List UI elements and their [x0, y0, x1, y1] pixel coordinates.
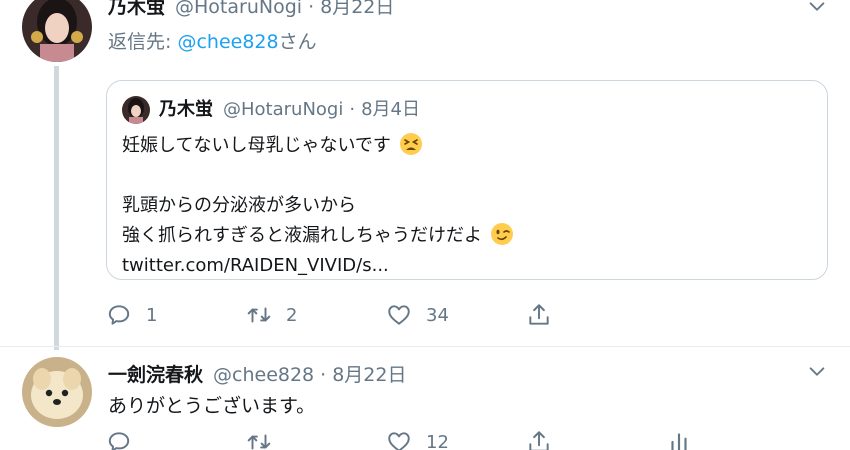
reply-icon — [108, 432, 130, 450]
reply-icon — [108, 305, 130, 325]
retweet-button[interactable]: 2 — [246, 300, 297, 330]
quoted-link[interactable]: twitter.com/RAIDEN_VIVID/s... — [122, 251, 812, 281]
author-handle[interactable]: @chee828 — [213, 364, 314, 386]
quoted-text: 妊娠してないし母乳じゃないです 乳頭からの分泌液が多いから 強く抓られすぎると液… — [122, 131, 812, 281]
reply-button[interactable] — [106, 427, 146, 450]
reply-to-suffix: さん — [278, 31, 317, 53]
heart-icon — [388, 432, 410, 450]
share-icon — [529, 431, 549, 450]
retweet-button[interactable] — [246, 427, 286, 450]
avatar[interactable] — [22, 0, 92, 62]
quoted-date: 8月4日 — [361, 99, 420, 120]
reply-to-prefix: 返信先: — [108, 31, 178, 53]
quoted-line: 乳頭からの分泌液が多いから — [122, 191, 812, 221]
retweet-count: 2 — [286, 304, 298, 326]
separator: · — [308, 0, 315, 18]
tweet-header: 一劍浣春秋 @chee828 · 8月22日 — [108, 360, 406, 387]
share-icon — [529, 304, 549, 325]
tweet-text: ありがとうございます。 — [108, 395, 316, 417]
tweet-date[interactable]: 8月22日 — [320, 0, 394, 19]
action-bar: 1 2 34 — [106, 300, 726, 330]
tired-face-emoji — [399, 133, 422, 155]
reply-count: 1 — [146, 304, 158, 326]
quoted-author-name: 乃木蛍 — [159, 99, 213, 120]
quoted-avatar — [122, 96, 150, 124]
quoted-line-text: 乳頭からの分泌液が多いから — [122, 195, 356, 216]
like-button[interactable]: 34 — [386, 300, 449, 330]
tweet-hotarunogi[interactable]: 乃木蛍 @HotaruNogi · 8月22日 返信先: @chee828さん … — [0, 0, 850, 350]
author-name[interactable]: 一劍浣春秋 — [108, 360, 203, 387]
winking-face-emoji — [490, 223, 513, 245]
reply-to-mention[interactable]: @chee828 — [177, 31, 278, 53]
quoted-line: 妊娠してないし母乳じゃないです — [122, 131, 812, 161]
quoted-link-text[interactable]: twitter.com/RAIDEN_VIVID/s... — [122, 255, 389, 276]
chevron-down-icon[interactable] — [806, 0, 828, 18]
quoted-tweet[interactable]: 乃木蛍 @HotaruNogi · 8月4日 妊娠してないし母乳じゃないです 乳… — [106, 80, 828, 280]
tweet-header: 乃木蛍 @HotaruNogi · 8月22日 — [108, 0, 394, 19]
analytics-button[interactable] — [666, 427, 692, 450]
retweet-icon — [247, 307, 271, 323]
thread-line — [54, 66, 59, 350]
quoted-line: 強く抓られすぎると液漏れしちゃうだけだよ — [122, 221, 812, 251]
separator: · — [349, 99, 356, 120]
like-count: 34 — [426, 304, 449, 326]
share-button[interactable] — [526, 427, 552, 450]
reply-to: 返信先: @chee828さん — [108, 27, 317, 54]
like-button[interactable]: 12 — [386, 427, 449, 450]
reply-button[interactable]: 1 — [106, 300, 157, 330]
analytics-icon — [671, 433, 687, 450]
tweet-chee828[interactable]: 一劍浣春秋 @chee828 · 8月22日 ありがとうございます。 12 — [0, 346, 850, 450]
share-button[interactable] — [526, 300, 552, 330]
action-bar: 12 — [106, 427, 726, 450]
quoted-author-handle: @HotaruNogi — [223, 99, 344, 120]
like-count: 12 — [426, 431, 449, 450]
author-name[interactable]: 乃木蛍 — [108, 0, 165, 19]
retweet-icon — [247, 434, 271, 450]
quoted-header: 乃木蛍 @HotaruNogi · 8月4日 — [159, 95, 420, 121]
quoted-line-text: 妊娠してないし母乳じゃないです — [122, 135, 391, 156]
author-handle[interactable]: @HotaruNogi — [175, 0, 302, 18]
tweet-date[interactable]: 8月22日 — [332, 360, 406, 387]
separator: · — [320, 364, 327, 386]
quoted-line-text: 強く抓られすぎると液漏れしちゃうだけだよ — [122, 225, 482, 246]
chevron-down-icon[interactable] — [806, 361, 828, 383]
heart-icon — [388, 305, 410, 325]
avatar[interactable] — [22, 357, 92, 427]
